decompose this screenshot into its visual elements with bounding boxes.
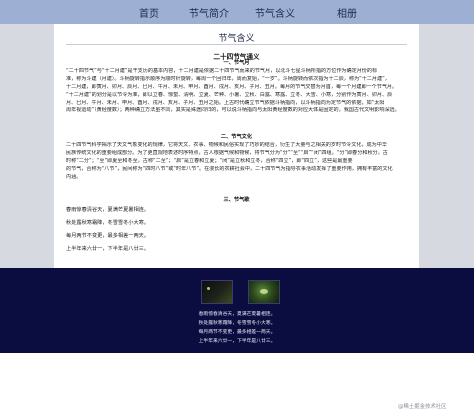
- paragraph-line: 的节气，合称为“八节”，民间称为“四时八节”或“时年八节”。在漫长的农耕社会中，…: [66, 165, 393, 172]
- page-title: 节气含义: [218, 34, 255, 44]
- song-line: 秋处露秋寒霜降，冬雪雪冬小大寒。: [66, 220, 150, 226]
- main-content: 节气含义 二十四节气通义 一、节气月 “二十四节气”与“十二月建”是干支历的基本…: [54, 24, 419, 268]
- section-title-culture: 二、节气文化: [220, 134, 253, 140]
- left-margin: [0, 24, 54, 268]
- paragraph-line: 时称“二分”；“至”即夏至和冬至，古称“二至”；“启”是立春和立夏；“闭”是立秋…: [66, 157, 353, 164]
- nav-item-gallery[interactable]: 相册: [337, 5, 357, 20]
- paragraph-line: “十二月建”的划分是以节令为准，即以立春、惊蛰、清明、立夏、芒种、小暑、立秋、白…: [66, 91, 393, 98]
- song-line: 春雨惊春清谷天，夏满芒夏暑相连。: [66, 207, 150, 213]
- nav-item-home[interactable]: 首页: [139, 5, 159, 20]
- section-paragraph-solar-month: “二十四节气”与“十二月建”是干支历的基本内容，十二月建是依据二十四节气而来的节…: [66, 68, 407, 115]
- paragraph-line: 内涵。: [66, 173, 82, 180]
- paragraph-line: 十二月建，即寅月、卯月、辰月、巳月、午月、未月、申月、酉月、戌月、亥月、子月、丑…: [66, 83, 398, 90]
- section-title-solar-month: 一、节气月: [223, 60, 250, 66]
- song-line: 上半年来六廿一，下半年是八廿三。: [66, 246, 150, 252]
- footer-poem-line: 每月两节不变更，最多相差一两天。: [198, 330, 276, 335]
- footer-poem-line: 上半年来六廿一，下半年是八廿三。: [198, 339, 276, 344]
- right-margin: [419, 24, 474, 268]
- glow-shape: [260, 289, 268, 294]
- footer-poem-line: 秋处露秋寒霜降，冬雪雪冬小大寒。: [198, 321, 276, 326]
- nav-item-meaning[interactable]: 节气含义: [255, 5, 295, 20]
- title-divider: [66, 44, 407, 45]
- paragraph-line: 民族传统文化的重要组成部分。为了更直观地表述时序特点，古人根据气候和物候，将节气…: [66, 149, 388, 156]
- footer-image-night: [201, 280, 233, 304]
- paragraph-line: 月、巳月、午月、未月、申月、酉月、戌月、亥月、子月、丑月之始。上古时代确立节气依…: [66, 99, 385, 106]
- section-paragraph-culture: 二十四节气科学揭示了天文气象变化的规律，它将天文、农事、物候和民俗实现了巧妙的结…: [66, 142, 407, 181]
- section-title-song: 三、节气歌: [223, 197, 250, 203]
- spark-shape: [207, 287, 210, 290]
- top-nav-bar: 首页 节气简介 节气含义 相册: [0, 0, 474, 24]
- footer-poem-line: 春雨惊春清谷天，夏满芒夏暑相连。: [198, 312, 276, 317]
- watermark-text: @稀土掘金技术社区: [398, 404, 447, 410]
- paragraph-line: 准，称为斗建（月建）。斗柄旋转指示顺序为顺时针旋转，每周一个回归年，周而复始，“…: [66, 75, 390, 82]
- paragraph-line: 二十四节气科学揭示了天文气象变化的规律，它将天文、农事、物候和民俗实现了巧妙的结…: [66, 142, 387, 148]
- footer-image-firefly: [248, 280, 280, 304]
- paragraph-line: 周年视运动”（黄经度数）；两种确立方法虽不同，其实是殊途同归的，可以说斗柄指向与…: [66, 107, 400, 114]
- song-line: 每月两节不变更，最多相差一两天。: [66, 233, 150, 239]
- paragraph-line: “二十四节气”与“十二月建”是干支历的基本内容，十二月建是依据二十四节气而来的节…: [66, 68, 378, 74]
- nav-item-intro[interactable]: 节气简介: [189, 5, 229, 20]
